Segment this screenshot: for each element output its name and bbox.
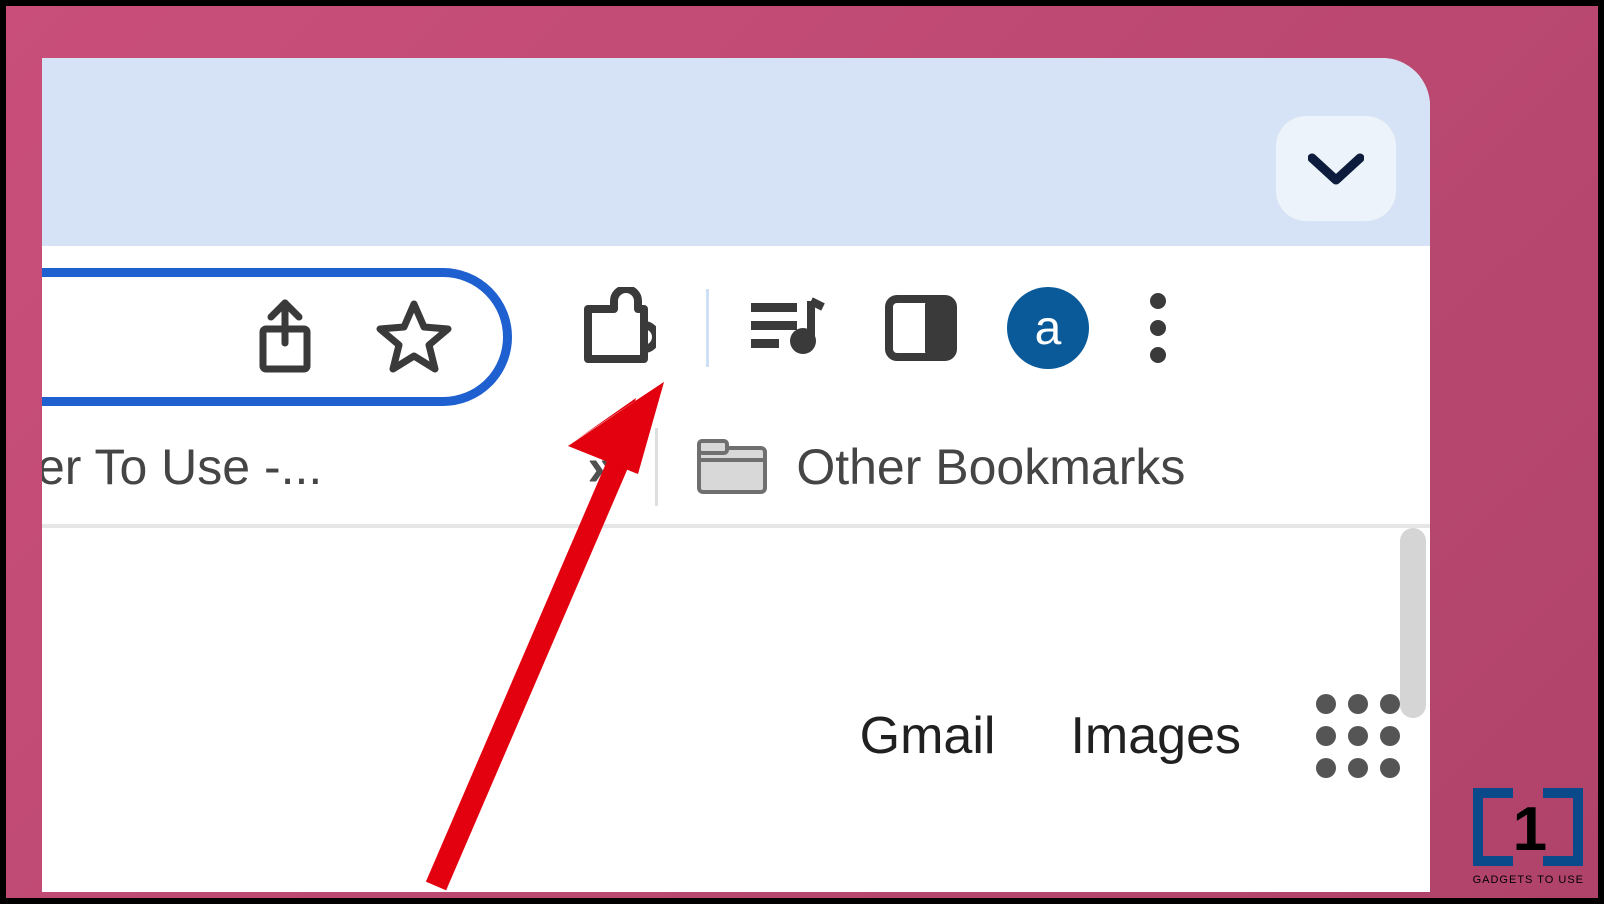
- watermark: 1 GADGETS TO USE: [1473, 788, 1584, 886]
- side-panel-icon: [885, 295, 957, 361]
- bookmarks-overflow-button[interactable]: »: [587, 436, 617, 498]
- profile-button[interactable]: a: [1007, 287, 1089, 369]
- puzzle-piece-icon: [574, 287, 656, 369]
- vertical-dots-icon: [1149, 292, 1167, 364]
- watermark-logo: 1: [1473, 788, 1583, 872]
- bookmark-button[interactable]: [375, 298, 453, 376]
- other-bookmarks-label: Other Bookmarks: [796, 438, 1185, 496]
- images-link[interactable]: Images: [1070, 706, 1241, 766]
- bookmarks-bar: ser To Use -... » Other Bookmarks: [42, 410, 1430, 528]
- gmail-link[interactable]: Gmail: [860, 706, 996, 766]
- star-icon: [375, 298, 453, 376]
- bookmarks-separator: [655, 428, 658, 506]
- screenshot-frame: a ser To Use -... »: [0, 0, 1604, 904]
- toolbar-separator: [706, 289, 709, 367]
- scrollbar-thumb[interactable]: [1400, 528, 1426, 718]
- media-control-button[interactable]: [747, 297, 825, 359]
- search-tabs-button[interactable]: [1276, 116, 1396, 221]
- bookmark-item-truncated[interactable]: ser To Use -...: [42, 438, 322, 496]
- profile-initial: a: [1035, 301, 1062, 356]
- google-apps-button[interactable]: [1316, 694, 1400, 778]
- share-button[interactable]: [255, 299, 315, 375]
- watermark-text: GADGETS TO USE: [1473, 874, 1584, 886]
- other-bookmarks-button[interactable]: Other Bookmarks: [696, 438, 1185, 496]
- toolbar: a: [42, 246, 1430, 410]
- app-grid-icon: [1316, 694, 1400, 778]
- page-content: Gmail Images: [42, 528, 1430, 808]
- toolbar-right: a: [552, 246, 1430, 410]
- extensions-button[interactable]: [574, 287, 656, 369]
- side-panel-button[interactable]: [885, 295, 957, 361]
- share-icon: [255, 299, 315, 375]
- chrome-menu-button[interactable]: [1149, 292, 1167, 364]
- address-bar[interactable]: [42, 268, 512, 406]
- folder-icon: [696, 438, 768, 496]
- content-header-links: Gmail Images: [860, 694, 1400, 778]
- chevron-down-icon: [1308, 152, 1364, 186]
- music-queue-icon: [747, 297, 825, 359]
- browser-window: a ser To Use -... »: [42, 58, 1430, 892]
- tab-strip: [42, 58, 1430, 246]
